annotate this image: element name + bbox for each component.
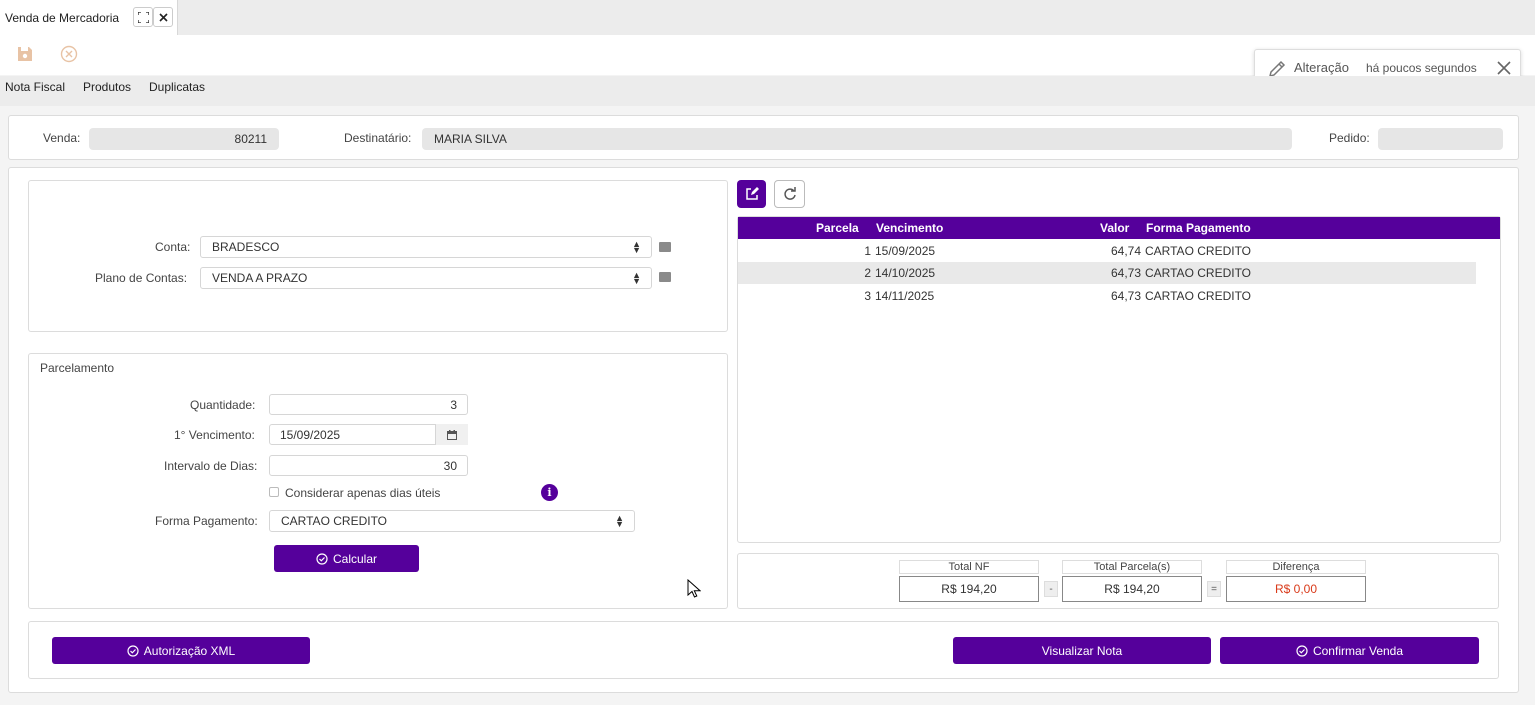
cancel-icon[interactable] [59,44,79,64]
tab-title: Venda de Mercadoria [5,10,120,25]
visualizar-nota-button[interactable]: Visualizar Nota [953,637,1211,664]
venda-field: 80211 [89,128,279,150]
check-circle-icon [316,552,328,565]
total-parcelas-label: Total Parcela(s) [1062,560,1202,574]
destinatario-label: Destinatário: [344,131,412,145]
equals-sign: = [1207,581,1221,597]
parcelamento-title: Parcelamento [40,361,115,375]
pedido-field [1378,128,1503,150]
tab-bar [0,0,1535,35]
diferenca-value: R$ 0,00 [1226,576,1366,602]
forma-pagamento-select[interactable]: CARTAO CREDITO ▲ ▼ [269,510,635,532]
vencimento-label: 1° Vencimento: [174,428,255,442]
edit-button[interactable] [737,180,766,208]
quantidade-input[interactable]: 3 [269,394,468,415]
menu-duplicatas[interactable]: Duplicatas [149,80,205,94]
table-row[interactable]: 1 15/09/2025 64,74 CARTAO CREDITO [738,240,1476,262]
dias-uteis-label: Considerar apenas dias úteis [285,486,441,500]
quantidade-label: Quantidade: [190,398,256,412]
menu-produtos[interactable]: Produtos [83,80,131,94]
table-row[interactable]: 3 14/11/2025 64,73 CARTAO CREDITO [738,285,1476,307]
notification-title: Alteração [1294,60,1349,75]
info-icon[interactable]: i [541,484,558,501]
col-parcela[interactable]: Parcela [816,221,859,235]
plano-lookup-icon[interactable] [659,272,671,282]
check-circle-icon [1296,644,1308,657]
confirmar-venda-button[interactable]: Confirmar Venda [1220,637,1479,664]
intervalo-input[interactable]: 30 [269,455,468,476]
vencimento-input[interactable]: 15/09/2025 [269,424,468,445]
menu-nota-fiscal[interactable]: Nota Fiscal [5,80,65,94]
close-tab-icon[interactable] [153,7,173,27]
dias-uteis-checkbox[interactable] [269,487,279,497]
pedido-label: Pedido: [1329,131,1370,145]
col-vencimento[interactable]: Vencimento [876,221,943,235]
refresh-button[interactable] [774,180,805,208]
conta-label: Conta: [155,240,191,254]
destinatario-field: MARIA SILVA [422,128,1292,150]
plano-contas-select[interactable]: VENDA A PRAZO ▲ ▼ [200,267,652,289]
refresh-icon [783,187,796,200]
mouse-cursor-icon [687,578,702,602]
menu-bar [0,76,1535,106]
intervalo-label: Intervalo de Dias: [164,459,258,473]
calcular-button[interactable]: Calcular [274,545,419,572]
calendar-icon[interactable] [435,424,468,445]
grid-header: Parcela Vencimento Valor Forma Pagamento [738,217,1500,239]
total-parcelas-value: R$ 194,20 [1062,576,1202,602]
table-row[interactable]: 2 14/10/2025 64,73 CARTAO CREDITO [738,262,1476,284]
diferenca-label: Diferença [1226,560,1366,574]
select-arrows-icon: ▲ ▼ [632,270,641,286]
total-nf-label: Total NF [899,560,1039,574]
save-icon[interactable] [15,44,35,64]
edit-icon [745,187,759,200]
autorizacao-xml-button[interactable]: Autorização XML [52,637,310,664]
select-arrows-icon: ▲ ▼ [615,513,624,529]
col-forma-pagamento[interactable]: Forma Pagamento [1146,221,1251,235]
conta-lookup-icon[interactable] [659,242,671,252]
venda-label: Venda: [43,131,81,145]
plano-contas-label: Plano de Contas: [95,271,188,285]
total-nf-value: R$ 194,20 [899,576,1039,602]
minus-sign: - [1044,581,1058,597]
notification-time: há poucos segundos [1366,61,1477,75]
check-circle-icon [127,644,139,657]
maximize-icon[interactable] [133,7,153,27]
col-valor[interactable]: Valor [1100,221,1129,235]
select-arrows-icon: ▲ ▼ [632,239,641,255]
forma-pagamento-label: Forma Pagamento: [155,514,258,528]
conta-select[interactable]: BRADESCO ▲ ▼ [200,236,652,258]
